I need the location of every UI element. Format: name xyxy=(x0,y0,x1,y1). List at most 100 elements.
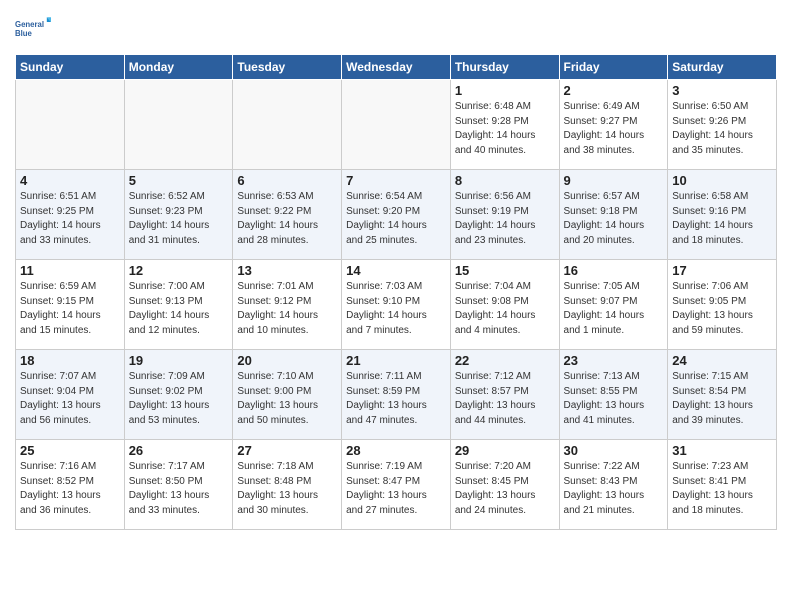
day-number: 27 xyxy=(237,443,337,458)
day-info: Sunrise: 6:52 AMSunset: 9:23 PMDaylight:… xyxy=(129,190,229,248)
day-info: Sunrise: 7:06 AMSunset: 9:05 PMDaylight:… xyxy=(672,280,772,338)
day-info: Sunrise: 7:13 AMSunset: 8:55 PMDaylight:… xyxy=(564,370,664,428)
day-number: 13 xyxy=(237,263,337,278)
calendar-cell: 5 Sunrise: 6:52 AMSunset: 9:23 PMDaylight… xyxy=(124,170,233,260)
calendar-cell: 15 Sunrise: 7:04 AMSunset: 9:08 PMDayligh… xyxy=(450,260,559,350)
calendar-cell: 7 Sunrise: 6:54 AMSunset: 9:20 PMDaylight… xyxy=(342,170,451,260)
day-number: 20 xyxy=(237,353,337,368)
calendar-cell: 11 Sunrise: 6:59 AMSunset: 9:15 PMDayligh… xyxy=(16,260,125,350)
calendar-cell: 23Sunrise: 7:13 AMSunset: 8:55 PMDayligh… xyxy=(559,350,668,440)
day-info: Sunrise: 6:49 AMSunset: 9:27 PMDaylight:… xyxy=(564,100,664,158)
calendar-cell: 9Sunrise: 6:57 AMSunset: 9:18 PMDaylight… xyxy=(559,170,668,260)
day-info: Sunrise: 7:18 AMSunset: 8:48 PMDaylight:… xyxy=(237,460,337,518)
day-number: 9 xyxy=(564,173,664,188)
logo-icon: General Blue xyxy=(15,10,51,46)
calendar-cell: 13 Sunrise: 7:01 AMSunset: 9:12 PMDayligh… xyxy=(233,260,342,350)
calendar-week-row: 25 Sunrise: 7:16 AMSunset: 8:52 PMDayligh… xyxy=(16,440,777,530)
day-number: 29 xyxy=(455,443,555,458)
day-info: Sunrise: 6:56 AMSunset: 9:19 PMDaylight:… xyxy=(455,190,555,248)
page-header: General Blue xyxy=(15,10,777,46)
calendar-cell: 19Sunrise: 7:09 AMSunset: 9:02 PMDayligh… xyxy=(124,350,233,440)
day-info: Sunrise: 7:19 AMSunset: 8:47 PMDaylight:… xyxy=(346,460,446,518)
day-number: 31 xyxy=(672,443,772,458)
day-number: 11 xyxy=(20,263,120,278)
day-number: 5 xyxy=(129,173,229,188)
weekday-header: Friday xyxy=(559,55,668,80)
day-info: Sunrise: 6:54 AMSunset: 9:20 PMDaylight:… xyxy=(346,190,446,248)
day-info: Sunrise: 7:17 AMSunset: 8:50 PMDaylight:… xyxy=(129,460,229,518)
day-info: Sunrise: 6:53 AMSunset: 9:22 PMDaylight:… xyxy=(237,190,337,248)
day-number: 6 xyxy=(237,173,337,188)
day-number: 4 xyxy=(20,173,120,188)
calendar-week-row: 18Sunrise: 7:07 AMSunset: 9:04 PMDayligh… xyxy=(16,350,777,440)
calendar-week-row: 4 Sunrise: 6:51 AMSunset: 9:25 PMDaylight… xyxy=(16,170,777,260)
calendar-cell: 28 Sunrise: 7:19 AMSunset: 8:47 PMDayligh… xyxy=(342,440,451,530)
day-info: Sunrise: 7:00 AMSunset: 9:13 PMDaylight:… xyxy=(129,280,229,338)
weekday-header: Sunday xyxy=(16,55,125,80)
day-info: Sunrise: 7:03 AMSunset: 9:10 PMDaylight:… xyxy=(346,280,446,338)
day-info: Sunrise: 7:11 AMSunset: 8:59 PMDaylight:… xyxy=(346,370,446,428)
calendar-cell: 31 Sunrise: 7:23 AMSunset: 8:41 PMDayligh… xyxy=(668,440,777,530)
day-number: 2 xyxy=(564,83,664,98)
calendar-cell: 20 Sunrise: 7:10 AMSunset: 9:00 PMDayligh… xyxy=(233,350,342,440)
day-info: Sunrise: 6:51 AMSunset: 9:25 PMDaylight:… xyxy=(20,190,120,248)
day-info: Sunrise: 7:15 AMSunset: 8:54 PMDaylight:… xyxy=(672,370,772,428)
calendar-cell: 8 Sunrise: 6:56 AMSunset: 9:19 PMDaylight… xyxy=(450,170,559,260)
day-info: Sunrise: 7:22 AMSunset: 8:43 PMDaylight:… xyxy=(564,460,664,518)
day-number: 30 xyxy=(564,443,664,458)
day-info: Sunrise: 6:59 AMSunset: 9:15 PMDaylight:… xyxy=(20,280,120,338)
day-number: 8 xyxy=(455,173,555,188)
day-info: Sunrise: 7:16 AMSunset: 8:52 PMDaylight:… xyxy=(20,460,120,518)
day-number: 17 xyxy=(672,263,772,278)
svg-text:Blue: Blue xyxy=(15,29,33,38)
day-number: 12 xyxy=(129,263,229,278)
calendar-cell: 14Sunrise: 7:03 AMSunset: 9:10 PMDayligh… xyxy=(342,260,451,350)
calendar-cell: 24 Sunrise: 7:15 AMSunset: 8:54 PMDayligh… xyxy=(668,350,777,440)
calendar-cell: 1Sunrise: 6:48 AMSunset: 9:28 PMDaylight… xyxy=(450,80,559,170)
day-info: Sunrise: 7:01 AMSunset: 9:12 PMDaylight:… xyxy=(237,280,337,338)
calendar-cell: 6 Sunrise: 6:53 AMSunset: 9:22 PMDaylight… xyxy=(233,170,342,260)
calendar-cell: 30 Sunrise: 7:22 AMSunset: 8:43 PMDayligh… xyxy=(559,440,668,530)
day-number: 22 xyxy=(455,353,555,368)
day-number: 21 xyxy=(346,353,446,368)
day-number: 15 xyxy=(455,263,555,278)
day-info: Sunrise: 7:20 AMSunset: 8:45 PMDaylight:… xyxy=(455,460,555,518)
day-number: 25 xyxy=(20,443,120,458)
weekday-header-row: SundayMondayTuesdayWednesdayThursdayFrid… xyxy=(16,55,777,80)
calendar-cell: 16 Sunrise: 7:05 AMSunset: 9:07 PMDayligh… xyxy=(559,260,668,350)
svg-text:General: General xyxy=(15,20,44,29)
calendar-cell: 26 Sunrise: 7:17 AMSunset: 8:50 PMDayligh… xyxy=(124,440,233,530)
day-number: 10 xyxy=(672,173,772,188)
calendar-cell xyxy=(233,80,342,170)
calendar-cell: 10Sunrise: 6:58 AMSunset: 9:16 PMDayligh… xyxy=(668,170,777,260)
calendar-cell xyxy=(124,80,233,170)
calendar-cell: 4 Sunrise: 6:51 AMSunset: 9:25 PMDaylight… xyxy=(16,170,125,260)
calendar-cell: 17 Sunrise: 7:06 AMSunset: 9:05 PMDayligh… xyxy=(668,260,777,350)
calendar-week-row: 11 Sunrise: 6:59 AMSunset: 9:15 PMDayligh… xyxy=(16,260,777,350)
weekday-header: Saturday xyxy=(668,55,777,80)
day-info: Sunrise: 7:10 AMSunset: 9:00 PMDaylight:… xyxy=(237,370,337,428)
day-number: 1 xyxy=(455,83,555,98)
calendar-cell: 25 Sunrise: 7:16 AMSunset: 8:52 PMDayligh… xyxy=(16,440,125,530)
calendar-cell xyxy=(342,80,451,170)
day-number: 26 xyxy=(129,443,229,458)
calendar-week-row: 1Sunrise: 6:48 AMSunset: 9:28 PMDaylight… xyxy=(16,80,777,170)
day-number: 7 xyxy=(346,173,446,188)
day-info: Sunrise: 7:23 AMSunset: 8:41 PMDaylight:… xyxy=(672,460,772,518)
day-info: Sunrise: 7:04 AMSunset: 9:08 PMDaylight:… xyxy=(455,280,555,338)
day-info: Sunrise: 6:50 AMSunset: 9:26 PMDaylight:… xyxy=(672,100,772,158)
weekday-header: Wednesday xyxy=(342,55,451,80)
weekday-header: Monday xyxy=(124,55,233,80)
calendar-cell: 2 Sunrise: 6:49 AMSunset: 9:27 PMDaylight… xyxy=(559,80,668,170)
calendar-cell: 18Sunrise: 7:07 AMSunset: 9:04 PMDayligh… xyxy=(16,350,125,440)
calendar-cell: 29 Sunrise: 7:20 AMSunset: 8:45 PMDayligh… xyxy=(450,440,559,530)
day-number: 28 xyxy=(346,443,446,458)
calendar-cell: 3Sunrise: 6:50 AMSunset: 9:26 PMDaylight… xyxy=(668,80,777,170)
calendar-cell: 21 Sunrise: 7:11 AMSunset: 8:59 PMDayligh… xyxy=(342,350,451,440)
calendar-cell: 27 Sunrise: 7:18 AMSunset: 8:48 PMDayligh… xyxy=(233,440,342,530)
weekday-header: Thursday xyxy=(450,55,559,80)
day-number: 24 xyxy=(672,353,772,368)
day-number: 16 xyxy=(564,263,664,278)
calendar-cell: 12 Sunrise: 7:00 AMSunset: 9:13 PMDayligh… xyxy=(124,260,233,350)
day-info: Sunrise: 7:05 AMSunset: 9:07 PMDaylight:… xyxy=(564,280,664,338)
